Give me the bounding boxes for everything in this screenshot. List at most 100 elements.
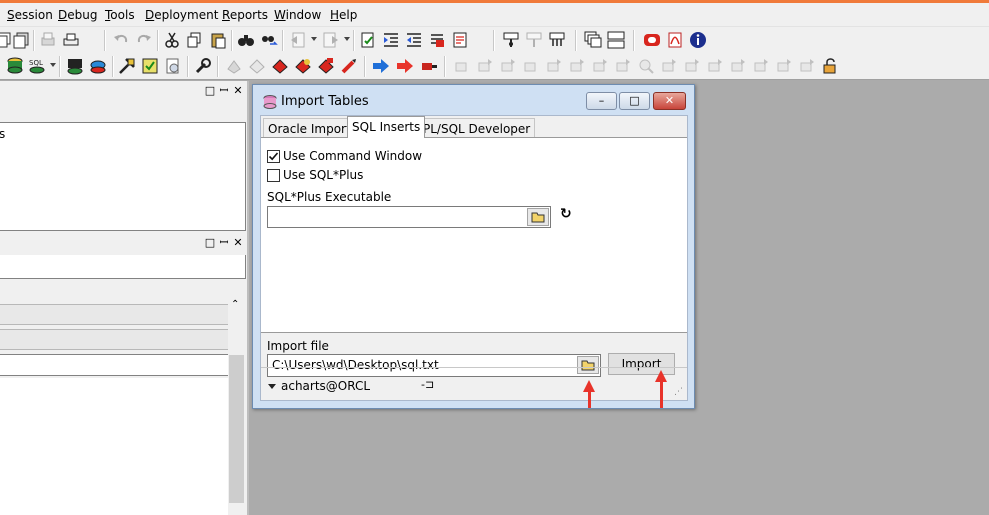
scroll-up-icon[interactable]: ⌃ [231,299,239,310]
document-copy-icon[interactable] [12,31,30,49]
print-icon[interactable] [39,31,57,49]
chevron-down-icon[interactable] [311,37,317,41]
resize-grip-icon[interactable]: ⋰ [674,387,683,397]
browse-executable-button[interactable] [527,208,549,226]
chevron-down-icon[interactable] [344,37,350,41]
pin-icon[interactable]: -⊐ [421,378,434,391]
maximize-icon[interactable]: □ [204,236,216,250]
minimize-button[interactable]: – [586,92,617,110]
object-list[interactable]: s [0,122,246,231]
document-icon[interactable] [451,31,469,49]
sql-window-icon[interactable]: SQL [28,57,46,75]
cut-icon[interactable] [163,31,181,49]
last-record-icon[interactable] [522,57,540,75]
use-command-window-checkbox[interactable] [267,150,280,163]
paste-icon[interactable] [209,31,227,49]
next-record-icon[interactable] [499,57,517,75]
combo-box[interactable]: ⌵ [0,304,245,325]
tab-sql-inserts[interactable]: SQL Inserts [347,116,426,138]
commit-icon[interactable] [294,57,312,75]
export-record-icon[interactable] [752,57,770,75]
tools-icon[interactable] [118,57,136,75]
refresh-icon[interactable]: ↻ [560,206,572,222]
cancel-record-icon[interactable] [614,57,632,75]
wrench-icon[interactable] [194,57,212,75]
combo-box[interactable]: ⌵ [0,329,245,350]
undo-icon[interactable] [112,31,130,49]
menu-tools[interactable]: Tools [105,8,135,22]
lock-icon[interactable] [821,57,839,75]
menu-window[interactable]: Window [274,8,321,22]
filter-icon[interactable] [660,57,678,75]
doc-check-icon[interactable] [359,31,377,49]
info-icon[interactable] [689,31,707,49]
explain-plan-icon[interactable] [525,31,543,49]
close-icon[interactable]: ✕ [232,84,244,98]
unindent-icon[interactable] [405,31,423,49]
scrollbar-thumb[interactable] [229,355,244,503]
close-button[interactable]: ✕ [653,92,686,110]
command-window-icon[interactable] [66,57,84,75]
refresh-record-icon[interactable] [683,57,701,75]
tab-plsql-developer[interactable]: PL/SQL Developer [418,118,536,138]
import-file-field[interactable]: C:\Users\wd\Desktop\sql.txt [267,354,601,377]
find-icon[interactable] [237,31,255,49]
brush-icon[interactable] [340,57,358,75]
delete-record-icon[interactable] [568,57,586,75]
navigate-forward-icon[interactable] [322,31,340,49]
browse-import-file-button[interactable] [577,356,599,374]
clear-record-icon[interactable] [706,57,724,75]
pin-icon[interactable]: ꟷ [218,236,230,250]
tab-oracle-import[interactable]: Oracle Import [263,118,356,138]
indent-icon[interactable] [382,31,400,49]
test-window-icon[interactable] [89,57,107,75]
first-record-icon[interactable] [453,57,471,75]
print-record-icon[interactable] [775,57,793,75]
stop-icon[interactable] [271,57,289,75]
rollback-icon[interactable] [317,57,335,75]
insert-record-icon[interactable] [545,57,563,75]
pin-icon[interactable]: ꟷ [218,84,230,98]
eraser-icon[interactable] [248,57,266,75]
fetch-record-icon[interactable] [798,57,816,75]
prev-record-icon[interactable] [476,57,494,75]
tile-windows-icon[interactable] [607,31,625,49]
single-record-icon[interactable] [729,57,747,75]
use-sqlplus-checkbox[interactable] [267,169,280,182]
database-icon[interactable] [6,57,24,75]
query-icon[interactable] [637,57,655,75]
close-icon[interactable]: ✕ [232,236,244,250]
menu-deployment[interactable]: Deployment [145,8,218,22]
format-icon[interactable] [548,31,566,49]
search-input[interactable] [0,354,244,376]
delete-line-icon[interactable] [428,31,446,49]
copy-icon[interactable] [186,31,204,49]
cascade-windows-icon[interactable] [584,31,602,49]
printer-setup-icon[interactable] [62,31,80,49]
vertical-scrollbar[interactable]: ⌃ [228,297,245,505]
beautify-icon[interactable] [502,31,520,49]
copy-window-icon[interactable] [0,31,12,49]
oracle-icon[interactable] [643,31,661,49]
menu-help[interactable]: Help [330,8,357,22]
export-icon[interactable] [164,57,182,75]
forward-arrow-icon[interactable] [372,57,390,75]
list-item[interactable]: s [0,127,5,141]
menu-session[interactable]: Session [7,8,53,22]
compile-icon[interactable] [225,57,243,75]
back-arrow-icon[interactable] [396,57,414,75]
chevron-down-icon[interactable] [268,384,276,389]
menu-debug[interactable]: Debug [58,8,97,22]
results-list[interactable] [0,378,228,515]
navigate-back-icon[interactable] [289,31,307,49]
maximize-button[interactable]: □ [619,92,650,110]
check-icon[interactable] [141,57,159,75]
post-record-icon[interactable] [591,57,609,75]
chevron-down-icon[interactable] [50,63,56,67]
connection-label[interactable]: acharts@ORCL [281,379,370,393]
menu-reports[interactable]: Reports [222,8,268,22]
disconnect-icon[interactable] [420,57,438,75]
sqlplus-executable-field[interactable] [267,206,551,228]
replace-icon[interactable] [260,31,278,49]
redo-icon[interactable] [135,31,153,49]
